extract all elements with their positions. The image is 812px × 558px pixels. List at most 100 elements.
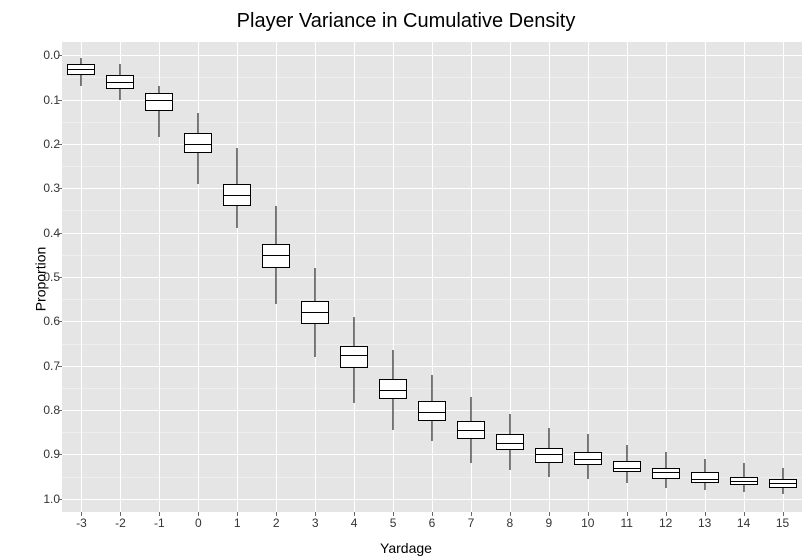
whisker-upper bbox=[431, 375, 432, 402]
x-tick-label: 13 bbox=[698, 516, 711, 530]
whisker-upper bbox=[626, 445, 627, 461]
x-tick-label: -2 bbox=[115, 516, 126, 530]
x-tick-label: -1 bbox=[154, 516, 165, 530]
y-tick-mark bbox=[58, 277, 62, 278]
x-tick-mark bbox=[549, 512, 550, 516]
boxplot bbox=[574, 42, 602, 512]
whisker-upper bbox=[198, 113, 199, 133]
plot-area bbox=[62, 42, 802, 512]
y-tick-mark bbox=[58, 100, 62, 101]
median-line bbox=[535, 454, 563, 455]
whisker-upper bbox=[782, 468, 783, 479]
box bbox=[691, 472, 719, 483]
median-line bbox=[184, 144, 212, 145]
y-tick-mark bbox=[58, 366, 62, 367]
whisker-lower bbox=[587, 465, 588, 478]
median-line bbox=[574, 459, 602, 460]
x-tick-label: 1 bbox=[234, 516, 241, 530]
x-tick-mark bbox=[237, 512, 238, 516]
median-line bbox=[301, 312, 329, 313]
x-tick-label: 11 bbox=[621, 516, 633, 530]
median-line bbox=[691, 479, 719, 480]
boxplot bbox=[301, 42, 329, 512]
boxplot bbox=[769, 42, 797, 512]
whisker-lower bbox=[782, 488, 783, 495]
whisker-lower bbox=[120, 89, 121, 100]
boxplot bbox=[418, 42, 446, 512]
boxplot bbox=[223, 42, 251, 512]
median-line bbox=[496, 443, 524, 444]
boxplot bbox=[496, 42, 524, 512]
x-tick-mark bbox=[588, 512, 589, 516]
x-tick-label: 12 bbox=[659, 516, 672, 530]
boxplot bbox=[67, 42, 95, 512]
x-tick-label: 2 bbox=[273, 516, 280, 530]
whisker-upper bbox=[470, 397, 471, 421]
whisker-upper bbox=[120, 64, 121, 75]
x-tick-mark bbox=[744, 512, 745, 516]
median-line bbox=[730, 481, 758, 482]
x-tick-mark bbox=[783, 512, 784, 516]
median-line bbox=[145, 100, 173, 101]
x-tick-label: -3 bbox=[76, 516, 87, 530]
y-tick-mark bbox=[58, 233, 62, 234]
x-tick-label: 4 bbox=[351, 516, 358, 530]
x-axis-label: Yardage bbox=[0, 540, 812, 556]
x-tick-mark bbox=[432, 512, 433, 516]
x-tick-label: 5 bbox=[390, 516, 397, 530]
whisker-lower bbox=[470, 439, 471, 463]
x-tick-mark bbox=[705, 512, 706, 516]
x-tick-label: 8 bbox=[507, 516, 514, 530]
x-tick-label: 3 bbox=[312, 516, 319, 530]
box bbox=[340, 346, 368, 368]
x-tick-mark bbox=[354, 512, 355, 516]
whisker-lower bbox=[704, 483, 705, 490]
median-line bbox=[769, 483, 797, 484]
x-tick-mark bbox=[81, 512, 82, 516]
whisker-lower bbox=[315, 324, 316, 357]
y-tick-mark bbox=[58, 410, 62, 411]
median-line bbox=[340, 355, 368, 356]
whisker-lower bbox=[431, 421, 432, 441]
median-line bbox=[262, 255, 290, 256]
median-line bbox=[379, 390, 407, 391]
x-tick-mark bbox=[315, 512, 316, 516]
x-tick-mark bbox=[510, 512, 511, 516]
y-tick-mark bbox=[58, 454, 62, 455]
x-tick-label: 15 bbox=[776, 516, 789, 530]
box bbox=[535, 448, 563, 464]
median-line bbox=[223, 195, 251, 196]
whisker-upper bbox=[276, 206, 277, 244]
whisker-upper bbox=[743, 463, 744, 476]
boxplot bbox=[184, 42, 212, 512]
x-tick-label: 10 bbox=[581, 516, 594, 530]
whisker-lower bbox=[198, 153, 199, 184]
whisker-lower bbox=[159, 111, 160, 138]
box bbox=[418, 401, 446, 421]
median-line bbox=[457, 430, 485, 431]
y-tick-mark bbox=[58, 144, 62, 145]
whisker-upper bbox=[81, 58, 82, 65]
box bbox=[379, 379, 407, 399]
median-line bbox=[418, 412, 446, 413]
boxplot bbox=[340, 42, 368, 512]
box bbox=[496, 434, 524, 450]
y-tick-mark bbox=[58, 55, 62, 56]
x-tick-mark bbox=[198, 512, 199, 516]
boxplot bbox=[652, 42, 680, 512]
whisker-upper bbox=[159, 86, 160, 93]
y-tick-mark bbox=[58, 321, 62, 322]
box bbox=[262, 244, 290, 268]
boxplot bbox=[145, 42, 173, 512]
median-line bbox=[67, 69, 95, 70]
x-tick-mark bbox=[627, 512, 628, 516]
boxplot bbox=[691, 42, 719, 512]
y-tick-mark bbox=[58, 499, 62, 500]
box bbox=[184, 133, 212, 153]
x-tick-mark bbox=[666, 512, 667, 516]
whisker-lower bbox=[743, 485, 744, 492]
whisker-upper bbox=[315, 268, 316, 301]
chart-title: Player Variance in Cumulative Density bbox=[0, 10, 812, 33]
boxplot bbox=[457, 42, 485, 512]
x-tick-mark bbox=[159, 512, 160, 516]
